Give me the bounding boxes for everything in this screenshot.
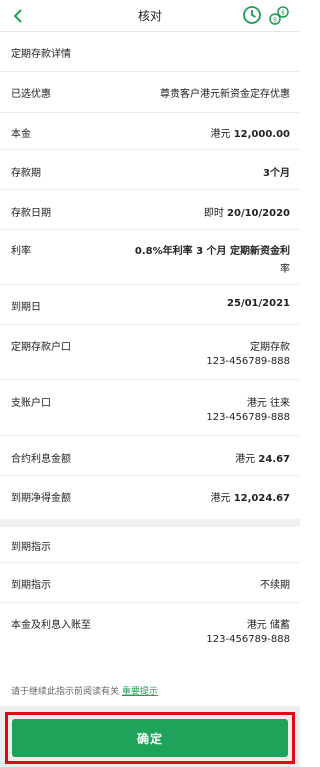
principal-amount: 12,000.00	[233, 129, 290, 140]
back-button[interactable]	[8, 6, 28, 26]
deposit-date-value: 即时 20/10/2020	[204, 204, 290, 219]
offer-value: 尊贵客户港元新资金定存优惠	[160, 89, 290, 100]
principal-label: 本金	[11, 129, 31, 140]
svg-text:$: $	[281, 10, 285, 17]
deposit-account-row: 定期存款户口 定期存款 123-456789-888	[0, 325, 300, 380]
important-notice: 请于继续此指示前阅读有关 重要提示	[11, 684, 158, 697]
debit-account-number: 123-456789-888	[206, 412, 290, 423]
deposit-date-label: 存款日期	[11, 208, 51, 219]
instruction-section-header: 到期指示	[0, 527, 300, 563]
offer-row: 已选优惠 尊贵客户港元新资金定存优惠	[0, 72, 300, 113]
term-value: 3个月	[263, 168, 290, 179]
top-bar: 核对 $ $	[0, 0, 300, 32]
credit-account-type: 港元 储蓄	[246, 620, 290, 631]
term-label: 存款期	[11, 168, 41, 179]
rate-value-line1: 0.8%年利率 3 个月 定期新资金利	[134, 246, 290, 257]
maturity-instruction-label: 到期指示	[11, 580, 51, 591]
net-maturity-value: 港元 12,024.67	[211, 489, 291, 504]
principal-value: 港元 12,000.00	[211, 125, 291, 140]
interest-amount: 24.67	[258, 454, 290, 465]
section-divider	[0, 519, 300, 527]
notice-text: 请于继续此指示前阅读有关	[11, 687, 120, 697]
net-maturity-currency: 港元	[210, 493, 231, 504]
maturity-instruction-value: 不续期	[260, 580, 290, 591]
interest-row: 合约利息金额 港元 24.67	[0, 436, 300, 476]
deposit-date-prefix: 即时	[203, 208, 224, 219]
clock-icon	[243, 6, 261, 24]
currency-exchange-button[interactable]: $ $	[268, 5, 290, 27]
principal-currency: 港元	[210, 129, 231, 140]
rate-value-line2: 率	[280, 264, 290, 275]
net-maturity-amount: 12,024.67	[233, 493, 290, 504]
rate-row: 利率 0.8%年利率 3 个月 定期新资金利 率	[0, 230, 300, 285]
maturity-date-row: 到期日 25/01/2021	[0, 285, 300, 325]
maturity-date-label: 到期日	[11, 302, 41, 313]
confirm-button[interactable]: 确定	[12, 719, 288, 757]
net-maturity-label: 到期净得金额	[11, 493, 71, 504]
interest-currency: 港元	[235, 454, 256, 465]
important-notice-link[interactable]: 重要提示	[122, 687, 158, 697]
interest-value: 港元 24.67	[235, 450, 290, 465]
credit-account-row: 本金及利息入账至 港元 储蓄 123-456789-888	[0, 603, 300, 658]
page-title: 核对	[137, 9, 162, 23]
maturity-instruction-row: 到期指示 不续期	[0, 563, 300, 603]
maturity-date-value: 25/01/2021	[227, 298, 290, 309]
deposit-account-label: 定期存款户口	[11, 342, 71, 353]
debit-account-type: 港元 往来	[246, 398, 290, 409]
details-section-header: 定期存款详情	[0, 32, 300, 72]
interest-label: 合约利息金额	[11, 454, 71, 465]
net-maturity-row: 到期净得金额 港元 12,024.67	[0, 476, 300, 519]
section-title: 定期存款详情	[11, 49, 71, 60]
deposit-account-type: 定期存款	[250, 342, 290, 353]
offer-label: 已选优惠	[11, 89, 51, 100]
deposit-date-row: 存款日期 即时 20/10/2020	[0, 190, 300, 230]
clock-button[interactable]	[242, 5, 262, 25]
term-row: 存款期 3个月	[0, 150, 300, 190]
debit-account-label: 支账户口	[11, 398, 51, 409]
deposit-date: 20/10/2020	[227, 208, 290, 219]
credit-account-number: 123-456789-888	[206, 634, 290, 645]
deposit-account-number: 123-456789-888	[206, 356, 290, 367]
credit-account-label: 本金及利息入账至	[11, 620, 91, 631]
rate-label: 利率	[11, 246, 31, 257]
debit-account-row: 支账户口 港元 往来 123-456789-888	[0, 380, 300, 436]
principal-row: 本金 港元 12,000.00	[0, 113, 300, 150]
chevron-left-icon	[13, 9, 22, 23]
section-title: 到期指示	[11, 542, 51, 553]
currency-exchange-icon: $ $	[269, 6, 289, 25]
svg-text:$: $	[273, 17, 277, 24]
